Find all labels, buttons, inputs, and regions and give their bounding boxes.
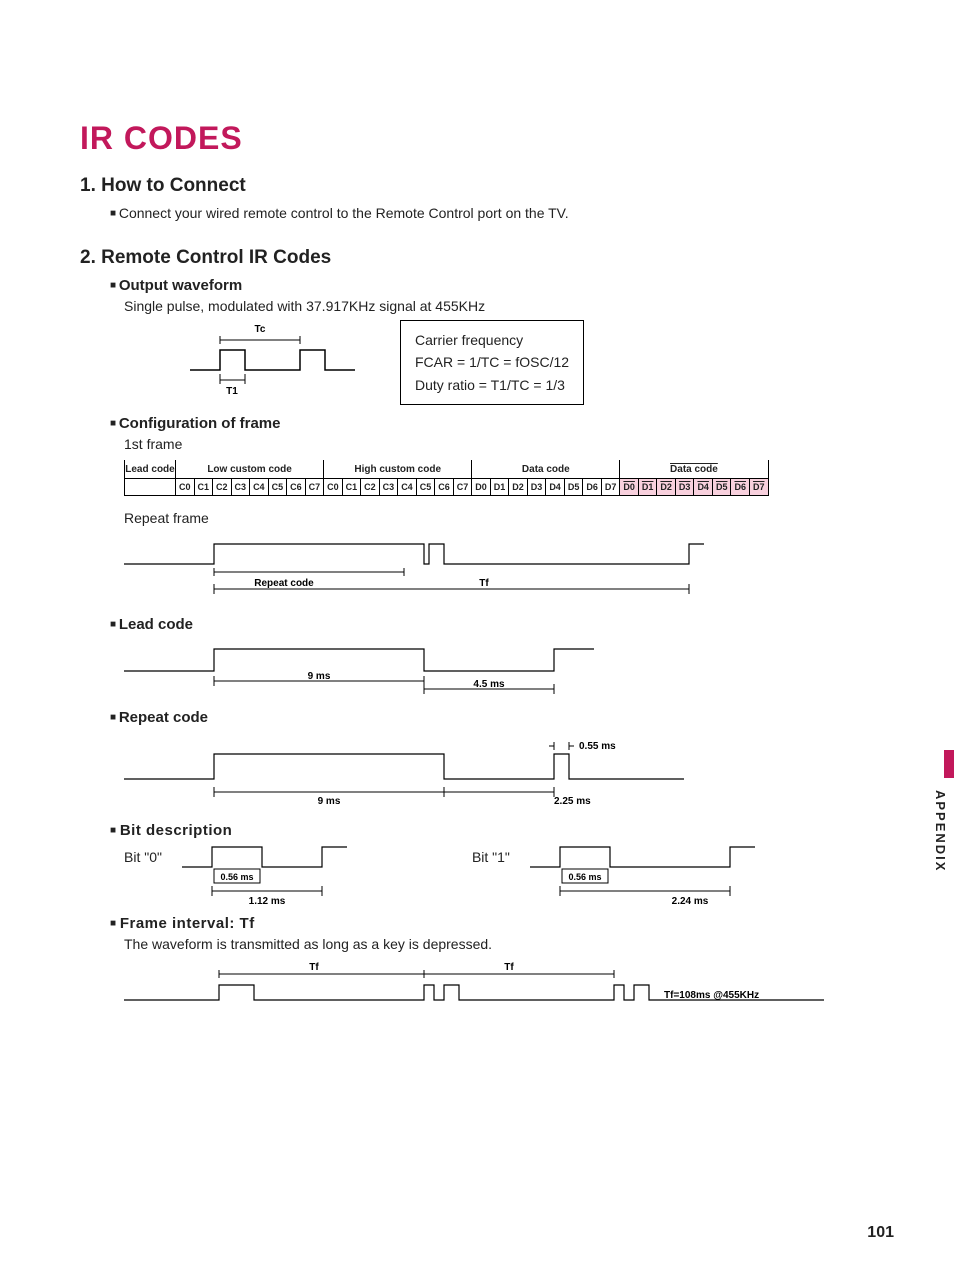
repeat-code-text: Repeat code bbox=[254, 578, 314, 589]
t1-label: T1 bbox=[226, 386, 238, 397]
lead-code-svg: 9 ms 4.5 ms bbox=[124, 641, 644, 701]
tc-label: Tc bbox=[255, 324, 266, 335]
repeat-code-label: Repeat code bbox=[110, 709, 874, 726]
lead-code-diagram: 9 ms 4.5 ms bbox=[124, 641, 874, 701]
output-waveform-label: Output waveform bbox=[110, 277, 874, 294]
tf-text: Tf bbox=[479, 578, 489, 589]
repeat-225ms: 2.25 ms bbox=[554, 796, 591, 807]
bit1-label: Bit "1" bbox=[472, 849, 510, 865]
fi-tf1: Tf bbox=[309, 962, 319, 973]
hdr-d1: Data code bbox=[472, 460, 620, 479]
lead-45ms: 4.5 ms bbox=[473, 679, 505, 690]
bit0-svg: 0.56 ms 1.12 ms bbox=[172, 839, 352, 909]
page-content: IR CODES 1. How to Connect Connect your … bbox=[0, 0, 954, 1063]
bit1-block: Bit "1" 0.56 ms 2.24 ms bbox=[472, 839, 760, 909]
section-1-body: Connect your wired remote control to the… bbox=[110, 205, 874, 221]
bit1-svg: 0.56 ms 2.24 ms bbox=[520, 839, 760, 909]
bit0-pulse: 0.56 ms bbox=[220, 872, 253, 882]
carrier-line3: Duty ratio = T1/TC = 1/3 bbox=[415, 374, 569, 396]
repeat-code-diagram: 0.55 ms 9 ms 2.25 ms bbox=[124, 734, 874, 814]
carrier-line2: FCAR = 1/TC = fOSC/12 bbox=[415, 351, 569, 373]
config-frame-label: Configuration of frame bbox=[110, 415, 874, 432]
repeat-frame-label: Repeat frame bbox=[124, 510, 874, 526]
bit-desc-diagram: Bit "0" 0.56 ms 1.12 ms Bit "1" 0.56 ms bbox=[124, 839, 874, 909]
frame-interval-diagram: Tf Tf Tf=108ms @455KHz bbox=[124, 960, 874, 1015]
bit-desc-label: Bit description bbox=[110, 822, 874, 839]
hdr-d2: Data code bbox=[620, 460, 768, 479]
section-2-heading: 2. Remote Control IR Codes bbox=[80, 247, 874, 269]
page-title: IR CODES bbox=[80, 120, 874, 157]
section-1-heading: 1. How to Connect bbox=[80, 175, 874, 197]
repeat-9ms: 9 ms bbox=[318, 796, 341, 807]
bit1-pulse: 0.56 ms bbox=[568, 872, 601, 882]
side-tab: APPENDIX bbox=[924, 780, 954, 920]
frame-interval-svg: Tf Tf Tf=108ms @455KHz bbox=[124, 960, 844, 1015]
hdr-low: Low custom code bbox=[176, 460, 324, 479]
hdr-high: High custom code bbox=[324, 460, 472, 479]
lead-9ms: 9 ms bbox=[308, 671, 331, 682]
output-waveform-diagram: Tc T1 Carrier frequency FCAR = 1/TC = fO… bbox=[160, 320, 874, 405]
bit0-block: Bit "0" 0.56 ms 1.12 ms bbox=[124, 839, 352, 909]
output-waveform-desc: Single pulse, modulated with 37.917KHz s… bbox=[124, 298, 874, 314]
fi-tf2: Tf bbox=[504, 962, 514, 973]
lead-cell bbox=[125, 479, 176, 496]
carrier-line1: Carrier frequency bbox=[415, 329, 569, 351]
repeat-code-svg: 0.55 ms 9 ms 2.25 ms bbox=[124, 734, 724, 814]
first-frame-label: 1st frame bbox=[124, 436, 874, 452]
repeat-055ms: 0.55 ms bbox=[579, 741, 616, 752]
fi-note: Tf=108ms @455KHz bbox=[664, 990, 759, 1001]
side-tab-text: APPENDIX bbox=[933, 790, 948, 872]
frame-interval-desc: The waveform is transmitted as long as a… bbox=[124, 936, 874, 952]
repeat-frame-diagram: Repeat code Tf bbox=[124, 534, 874, 604]
page-number: 101 bbox=[867, 1224, 894, 1242]
hdr-lead: Lead code bbox=[125, 460, 176, 479]
first-frame-diagram: Lead code Low custom code High custom co… bbox=[124, 460, 874, 496]
side-tab-bar bbox=[944, 750, 954, 778]
bit0-label: Bit "0" bbox=[124, 849, 162, 865]
bit0-total: 1.12 ms bbox=[249, 896, 286, 907]
repeat-frame-svg: Repeat code Tf bbox=[124, 534, 824, 604]
carrier-box: Carrier frequency FCAR = 1/TC = fOSC/12 … bbox=[400, 320, 584, 405]
frame-interval-label: Frame interval: Tf bbox=[110, 915, 874, 932]
output-waveform-svg: Tc T1 bbox=[160, 320, 360, 400]
lead-code-label: Lead code bbox=[110, 616, 874, 633]
frame-bits-table: Lead code Low custom code High custom co… bbox=[124, 460, 769, 496]
bit1-total: 2.24 ms bbox=[672, 896, 709, 907]
